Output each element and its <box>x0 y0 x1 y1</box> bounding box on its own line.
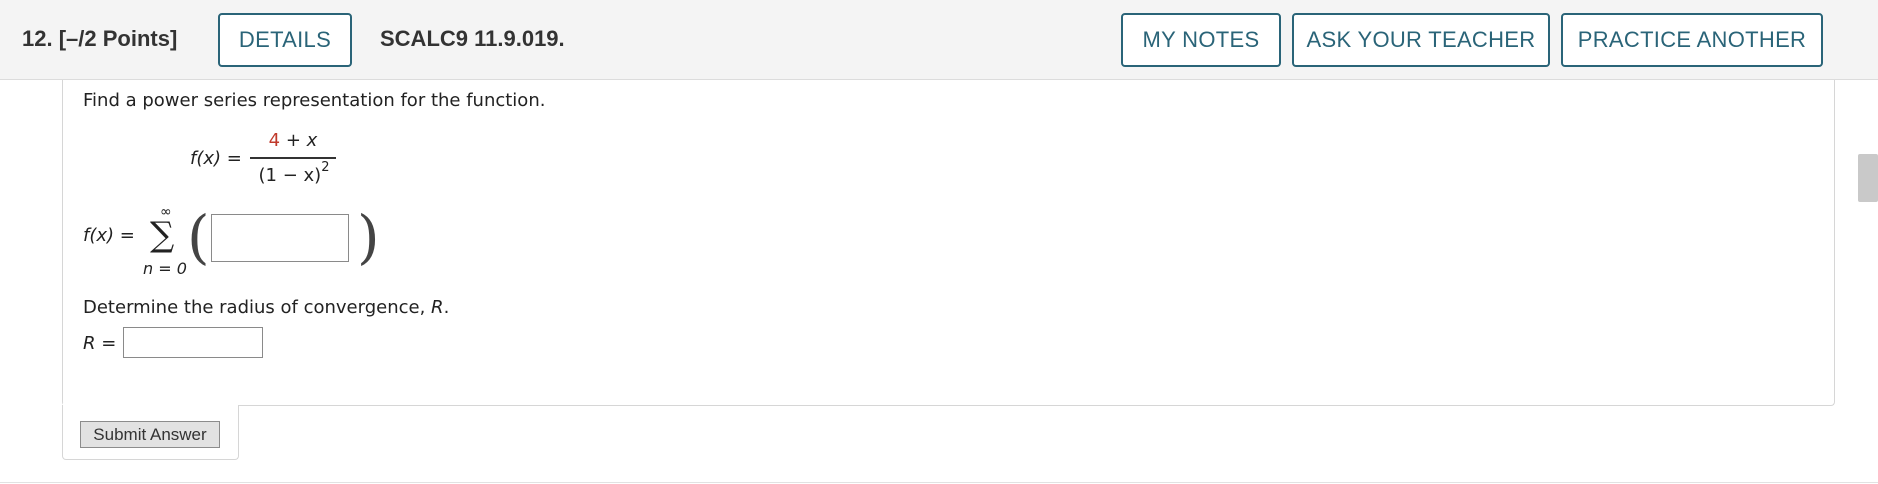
question-number: 12. <box>22 26 53 51</box>
practice-another-button[interactable]: PRACTICE ANOTHER <box>1561 13 1823 67</box>
scrollbar-thumb[interactable] <box>1858 154 1878 202</box>
series-lhs: f(x) = <box>83 225 135 246</box>
question-prompt: Find a power series representation for t… <box>83 90 546 111</box>
right-paren-icon: ) <box>357 203 380 271</box>
ask-your-teacher-button[interactable]: ASK YOUR TEACHER <box>1292 13 1550 67</box>
denominator-exponent: 2 <box>321 160 330 175</box>
points-label: [–/2 Points] <box>58 26 178 51</box>
question-number-points: 12. [–/2 Points] <box>22 26 177 52</box>
left-paren-icon: ( <box>187 203 210 271</box>
my-notes-button[interactable]: MY NOTES <box>1121 13 1281 67</box>
fraction-numerator: 4 + x <box>252 130 334 151</box>
radius-label: R = <box>83 333 117 354</box>
assignment-code: SCALC9 11.9.019. <box>380 26 565 51</box>
series-term-input[interactable] <box>211 214 349 262</box>
question-header: 12. [–/2 Points] DETAILS SCALC9 11.9.019… <box>0 0 1878 80</box>
fraction-bar <box>250 157 336 159</box>
numerator-rest: + x <box>280 130 318 151</box>
divider <box>0 482 1878 483</box>
submit-answer-button[interactable]: Submit Answer <box>80 421 220 448</box>
details-button[interactable]: DETAILS <box>218 13 352 67</box>
sum-lower-limit: n = 0 <box>143 259 187 278</box>
fraction-denominator: (1 − x)2 <box>258 160 330 186</box>
summation-icon: ∑ <box>150 215 175 255</box>
radius-prompt: Determine the radius of convergence, R. <box>83 297 450 318</box>
radius-input[interactable] <box>123 327 263 358</box>
numerator-constant: 4 <box>268 130 281 151</box>
function-lhs: f(x) = <box>190 148 242 169</box>
